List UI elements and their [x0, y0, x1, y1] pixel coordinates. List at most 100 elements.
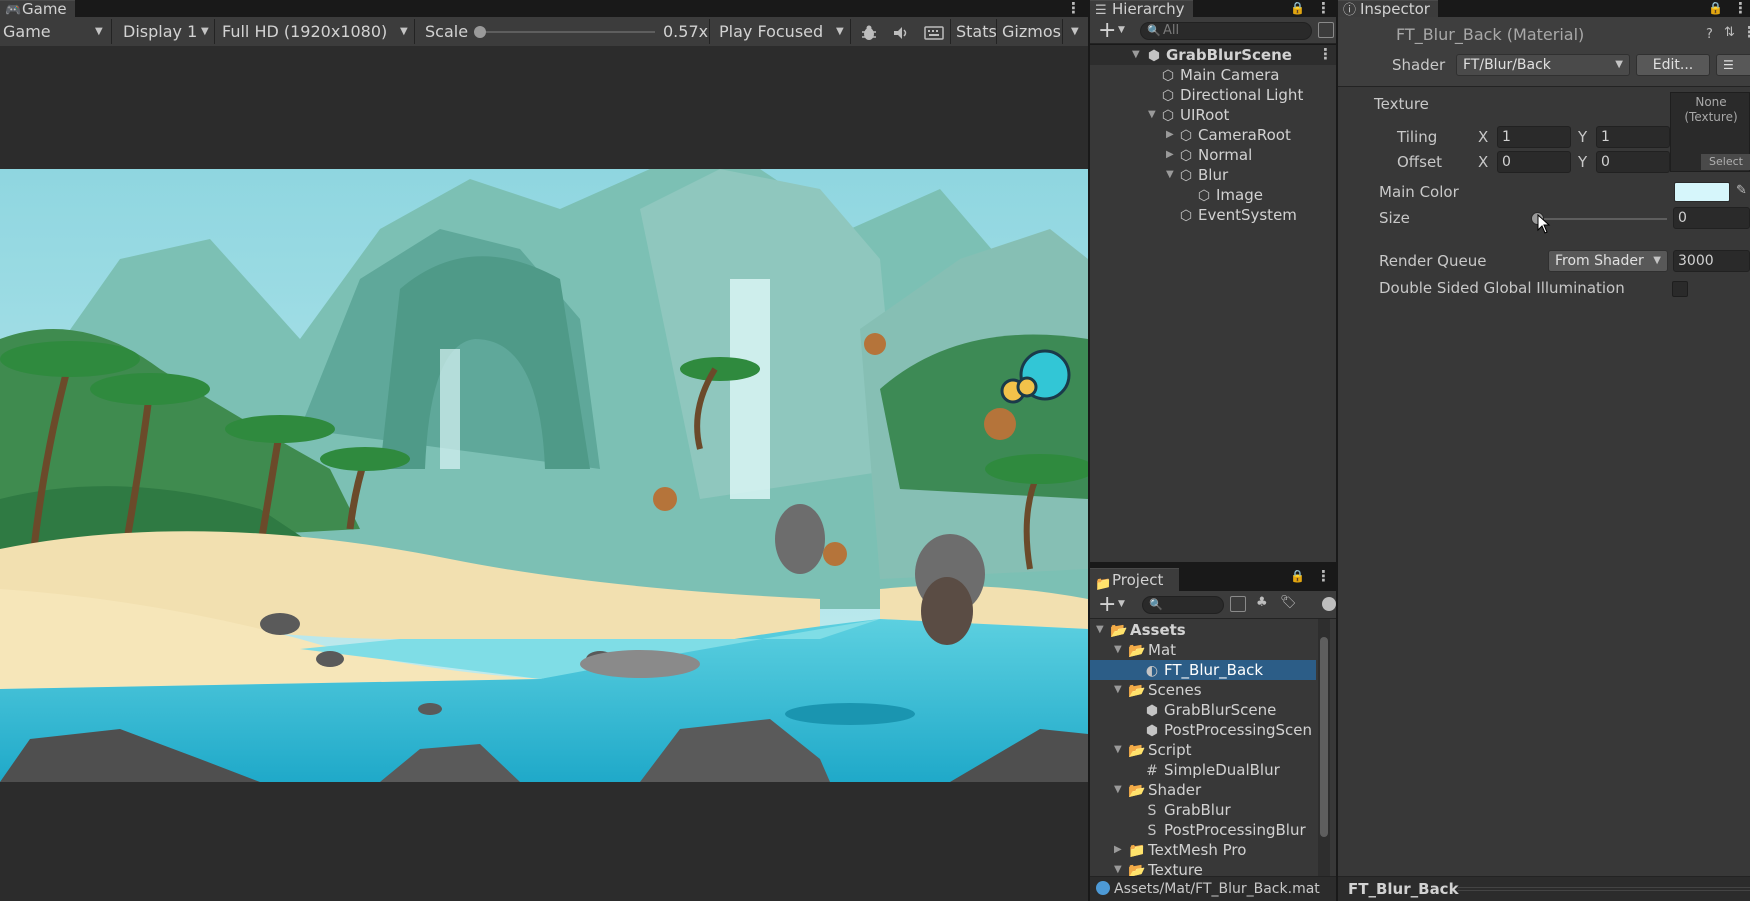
- shader-edit-button[interactable]: Edit...: [1636, 54, 1710, 76]
- project-scrollbar[interactable]: [1318, 619, 1330, 876]
- hierarchy-item[interactable]: ⬡ Image: [1196, 185, 1263, 205]
- presets-icon[interactable]: ⇅: [1724, 25, 1735, 40]
- expand-arrow-icon[interactable]: ▼: [1114, 640, 1122, 660]
- tab-hierarchy[interactable]: ☰ Hierarchy: [1090, 0, 1193, 18]
- gizmos-chevron-down-icon[interactable]: ▼: [1071, 17, 1079, 46]
- lock-icon[interactable]: 🔒: [1708, 0, 1723, 17]
- gameobject-icon: ⬡: [1179, 128, 1193, 144]
- size-label: Size: [1379, 209, 1410, 227]
- collapse-arrow-icon[interactable]: ▶: [1166, 145, 1174, 165]
- bug-icon[interactable]: [858, 17, 880, 46]
- preview-drag-handle[interactable]: [1458, 887, 1750, 891]
- tiling-x-field[interactable]: 1: [1497, 126, 1571, 148]
- tiling-y-field[interactable]: 1: [1596, 126, 1670, 148]
- scrollbar-thumb[interactable]: [1320, 637, 1328, 837]
- expand-arrow-icon[interactable]: ▼: [1148, 105, 1156, 125]
- hierarchy-item[interactable]: ⬡ UIRoot: [1160, 105, 1230, 125]
- project-item[interactable]: ⬢ PostProcessingScen: [1144, 720, 1312, 740]
- dsgi-checkbox[interactable]: [1672, 281, 1688, 297]
- shader-dropdown[interactable]: FT/Blur/Back ▼: [1456, 54, 1630, 76]
- tab-inspector[interactable]: ⓘ Inspector: [1338, 0, 1438, 18]
- audio-icon[interactable]: [890, 17, 912, 46]
- add-icon[interactable]: +: [1098, 17, 1116, 44]
- eyedropper-icon[interactable]: ✎: [1736, 183, 1747, 198]
- expand-arrow-icon[interactable]: ▼: [1096, 620, 1104, 640]
- hierarchy-menu-icon[interactable]: ⋮: [1316, 0, 1331, 17]
- hierarchy-item[interactable]: ⬡ Main Camera: [1160, 65, 1280, 85]
- expand-arrow-icon[interactable]: ▼: [1114, 860, 1122, 876]
- gizmos-button[interactable]: Gizmos: [1002, 17, 1061, 46]
- lock-icon[interactable]: 🔒: [1290, 569, 1305, 583]
- hierarchy-item[interactable]: ⬡ Normal: [1178, 145, 1252, 165]
- tab-game[interactable]: 🎮 Game: [0, 0, 75, 18]
- collapse-arrow-icon[interactable]: ▶: [1114, 840, 1122, 860]
- project-item-label: Mat: [1148, 641, 1177, 659]
- offset-x-field[interactable]: 0: [1497, 151, 1571, 173]
- offset-y-field[interactable]: 0: [1596, 151, 1670, 173]
- hierarchy-item[interactable]: ⬡ EventSystem: [1178, 205, 1297, 225]
- texture-slot-text: None: [1695, 95, 1727, 109]
- project-search-input[interactable]: 🔍: [1142, 596, 1224, 614]
- hierarchy-item[interactable]: ⬡ Directional Light: [1160, 85, 1303, 105]
- project-item[interactable]: 📂 Mat: [1128, 640, 1176, 660]
- scene-menu-icon[interactable]: ⋮: [1318, 46, 1333, 63]
- expand-arrow-icon[interactable]: ▼: [1166, 165, 1174, 185]
- project-item[interactable]: 📂 Scenes: [1128, 680, 1202, 700]
- hierarchy-item[interactable]: ⬡ CameraRoot: [1178, 125, 1291, 145]
- inspector-menu-icon[interactable]: ⋮: [1733, 0, 1748, 17]
- expand-arrow-icon[interactable]: ▼: [1114, 680, 1122, 700]
- project-item[interactable]: # SimpleDualBlur: [1144, 760, 1280, 780]
- chevron-down-icon[interactable]: ▼: [1118, 591, 1125, 618]
- project-item[interactable]: S PostProcessingBlur: [1144, 820, 1306, 840]
- project-item-selected[interactable]: ◐ FT_Blur_Back: [1144, 660, 1263, 680]
- project-item[interactable]: S GrabBlur: [1144, 800, 1231, 820]
- hierarchy-item-label: Image: [1216, 186, 1263, 204]
- lock-icon[interactable]: 🔒: [1290, 0, 1305, 17]
- expand-arrow-icon[interactable]: ▼: [1114, 780, 1122, 800]
- help-icon[interactable]: ?: [1706, 27, 1713, 42]
- filter-type-icon[interactable]: ♣: [1256, 595, 1268, 610]
- component-menu-icon[interactable]: ⋮: [1742, 23, 1750, 41]
- tab-project[interactable]: 📁 Project: [1090, 568, 1180, 592]
- scale-slider-track[interactable]: [480, 31, 655, 33]
- add-icon[interactable]: +: [1098, 591, 1116, 618]
- expand-arrow-icon[interactable]: ▼: [1114, 740, 1122, 760]
- render-queue-value-field[interactable]: 3000: [1673, 250, 1750, 272]
- project-item[interactable]: 📂 Texture: [1128, 860, 1203, 876]
- texture-slot[interactable]: None (Texture) Select: [1670, 92, 1750, 172]
- collapse-arrow-icon[interactable]: ▶: [1166, 125, 1174, 145]
- stats-button[interactable]: Stats: [956, 17, 997, 46]
- hierarchy-item-label: EventSystem: [1198, 206, 1297, 224]
- expand-arrow-icon[interactable]: ▼: [1132, 45, 1140, 65]
- scene-search-icon[interactable]: [1318, 22, 1334, 38]
- project-item[interactable]: 📂 Shader: [1128, 780, 1201, 800]
- render-queue-mode-dropdown[interactable]: From Shader ▼: [1548, 250, 1668, 272]
- project-item[interactable]: ⬢ GrabBlurScene: [1144, 700, 1277, 720]
- project-item[interactable]: 📂 Script: [1128, 740, 1192, 760]
- game-view-render[interactable]: [0, 169, 1088, 782]
- play-mode-dropdown[interactable]: Play Focused: [719, 17, 823, 46]
- hierarchy-search-input[interactable]: 🔍 All: [1140, 22, 1312, 40]
- project-item[interactable]: 📁 TextMesh Pro: [1128, 840, 1246, 860]
- texture-select-button[interactable]: Select: [1701, 154, 1750, 170]
- visibility-icon[interactable]: [1322, 597, 1336, 611]
- size-slider-track[interactable]: [1537, 218, 1667, 220]
- size-value-field[interactable]: 0: [1673, 207, 1750, 229]
- scene-search-icon[interactable]: [1230, 596, 1246, 612]
- view-mode-dropdown[interactable]: Game: [3, 17, 51, 46]
- chevron-down-icon[interactable]: ▼: [1118, 17, 1125, 44]
- hierarchy-item[interactable]: ⬡ Blur: [1178, 165, 1228, 185]
- scale-slider-thumb[interactable]: [474, 26, 486, 38]
- resolution-dropdown[interactable]: Full HD (1920x1080): [222, 17, 387, 46]
- display-dropdown[interactable]: Display 1: [123, 17, 197, 46]
- shader-options-dropdown[interactable]: ☰: [1716, 54, 1750, 76]
- project-item-label: PostProcessingBlur: [1164, 821, 1306, 839]
- main-color-swatch[interactable]: [1674, 182, 1730, 202]
- hierarchy-scene-row[interactable]: ⬢ GrabBlurScene: [1146, 45, 1292, 65]
- game-menu-icon[interactable]: ⋮: [1066, 0, 1081, 17]
- project-menu-icon[interactable]: ⋮: [1316, 568, 1331, 585]
- tag-icon[interactable]: 🏷: [1280, 595, 1297, 610]
- project-item-assets[interactable]: 📂 Assets: [1110, 620, 1186, 640]
- keyboard-icon[interactable]: [923, 17, 945, 46]
- hierarchy-tabbar: ☰ Hierarchy 🔒 ⋮: [1090, 0, 1336, 18]
